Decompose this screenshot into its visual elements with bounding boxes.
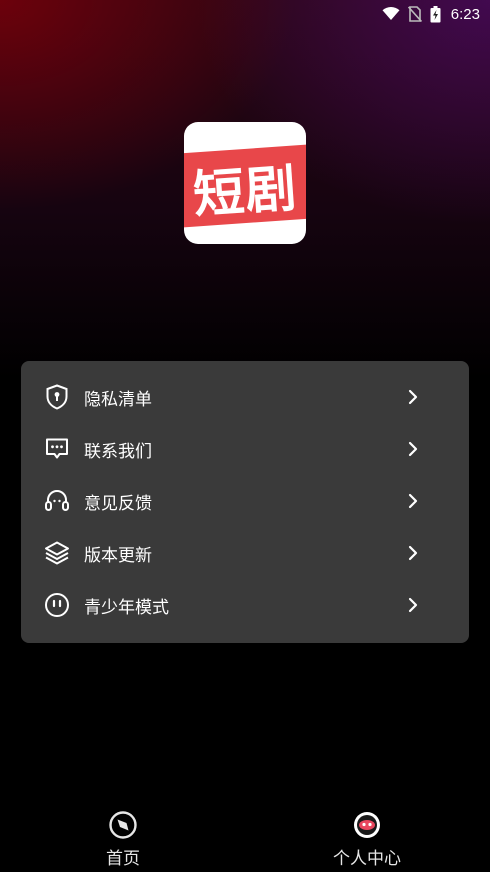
menu-item-label: 青少年模式 [84, 597, 169, 618]
shield-icon [43, 383, 71, 411]
tab-home[interactable]: 首页 [43, 800, 203, 872]
menu-item-feedback[interactable]: 意见反馈 [21, 475, 469, 527]
menu-item-privacy-list[interactable]: 隐私清单 [21, 371, 469, 423]
menu-item-label: 联系我们 [84, 441, 152, 462]
tab-profile-label: 个人中心 [333, 849, 401, 869]
menu-item-version-update[interactable]: 版本更新 [21, 527, 469, 579]
battery-charging-icon [430, 5, 441, 23]
tab-home-label: 首页 [106, 849, 140, 869]
chevron-right-icon [405, 389, 421, 405]
layers-icon [43, 539, 71, 567]
wifi-icon [382, 7, 400, 21]
bottom-navigation: 首页 个人中心 [0, 800, 490, 872]
menu-item-contact-us[interactable]: 联系我们 [21, 423, 469, 475]
app-logo: 短剧 [184, 122, 306, 244]
menu-item-label: 隐私清单 [84, 389, 152, 410]
profile-icon [352, 810, 382, 840]
face-icon [43, 591, 71, 619]
menu-item-teen-mode[interactable]: 青少年模式 [21, 579, 469, 631]
no-sim-icon [407, 6, 422, 22]
chevron-right-icon [405, 493, 421, 509]
compass-icon [108, 810, 138, 840]
logo-text: 短剧 [191, 159, 300, 226]
chevron-right-icon [405, 441, 421, 457]
chat-icon [43, 435, 71, 463]
status-bar: 6:23 [0, 0, 490, 28]
chevron-right-icon [405, 597, 421, 613]
menu-item-label: 版本更新 [84, 545, 152, 566]
settings-menu-card: 隐私清单 联系我们 意见反馈 版本更新 青少年模式 [21, 361, 469, 643]
menu-item-label: 意见反馈 [84, 493, 152, 514]
headset-icon [43, 487, 71, 515]
chevron-right-icon [405, 545, 421, 561]
tab-profile[interactable]: 个人中心 [287, 800, 447, 872]
status-time: 6:23 [450, 5, 480, 23]
